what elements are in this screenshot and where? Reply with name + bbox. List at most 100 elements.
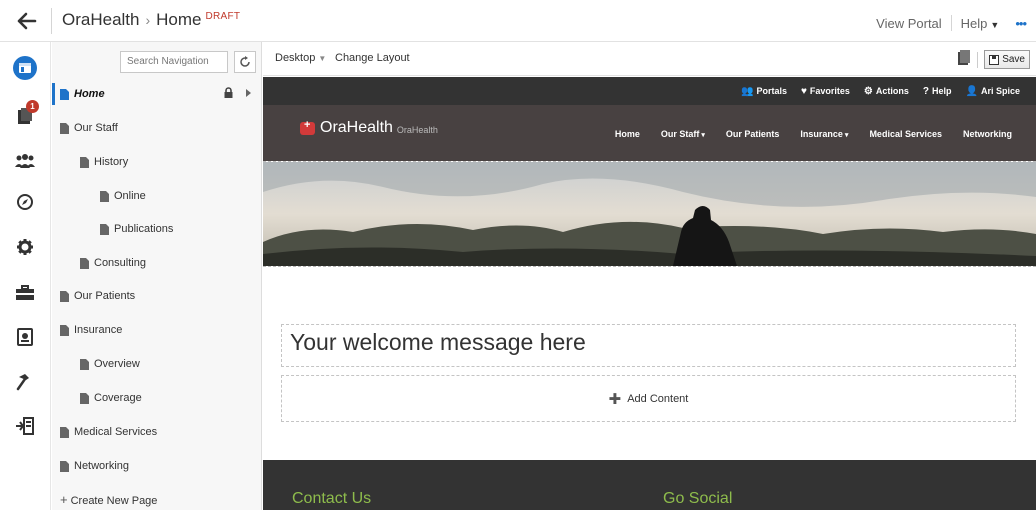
refresh-icon[interactable]: [234, 51, 256, 73]
site-nav-networking[interactable]: Networking: [963, 129, 1012, 139]
search-navigation-input[interactable]: Search Navigation: [120, 51, 228, 73]
help-link[interactable]: ? Help: [923, 86, 952, 97]
pages-stack-icon[interactable]: [958, 50, 971, 69]
site-logo[interactable]: OraHealth OraHealth: [300, 119, 438, 137]
welcome-message[interactable]: Your welcome message here: [290, 329, 1007, 356]
favorites-label: Favorites: [809, 86, 850, 96]
divider: [950, 15, 952, 31]
medical-heart-icon: [300, 119, 315, 135]
left-rail: 1: [0, 42, 51, 510]
nav-item-label: Consulting: [94, 257, 146, 269]
page-icon: [60, 290, 69, 302]
more-menu-icon[interactable]: •••: [1015, 16, 1027, 31]
view-portal-link[interactable]: View Portal: [876, 16, 942, 31]
breadcrumb-site[interactable]: OraHealth: [62, 10, 139, 29]
nav-item-home[interactable]: Home: [52, 83, 261, 105]
navigation-panel: Search Navigation Home Our Staff History…: [52, 42, 262, 510]
page-icon: [80, 257, 89, 269]
user-name: Ari Spice: [980, 86, 1020, 96]
toolbox-icon[interactable]: [13, 281, 37, 305]
hero-image[interactable]: [263, 161, 1036, 267]
save-button[interactable]: Save: [984, 50, 1030, 69]
create-new-page-label: Create New Page: [70, 495, 158, 507]
people-icon[interactable]: [13, 149, 37, 173]
caret-down-icon: ▼: [318, 54, 327, 63]
brand-subtitle: OraHealth: [396, 125, 438, 135]
caret-down-icon: ▼: [990, 19, 1000, 30]
caret-down-icon: ▾: [701, 132, 705, 139]
favorites-link[interactable]: ♥ Favorites: [801, 86, 850, 97]
footer-contact-heading: Contact Us: [292, 490, 372, 507]
plus-icon: +: [60, 492, 68, 507]
change-layout-button[interactable]: Change Layout: [335, 52, 410, 64]
nav-item-overview[interactable]: Overview: [52, 353, 261, 375]
people-icon: 👥: [740, 85, 754, 97]
assets-icon[interactable]: [13, 325, 37, 349]
top-right-actions: View Portal Help ▼ •••: [876, 15, 1027, 31]
nav-item-label: Overview: [94, 358, 140, 370]
create-new-page-link[interactable]: + Create New Page: [60, 492, 157, 507]
settings-icon[interactable]: [13, 235, 37, 259]
page-icon: [60, 426, 69, 438]
device-select[interactable]: Desktop ▼: [275, 52, 326, 64]
user-icon: 👤: [965, 85, 978, 97]
messages-icon[interactable]: 1: [13, 100, 39, 128]
help-menu[interactable]: Help ▼: [961, 16, 1000, 31]
user-menu[interactable]: 👤 Ari Spice: [966, 86, 1020, 97]
add-content-button[interactable]: ✚ Add Content: [281, 375, 1016, 422]
footer-social-heading: Go Social: [663, 490, 733, 507]
nav-item-label: Our Patients: [74, 290, 136, 302]
nav-item-insurance[interactable]: Insurance: [52, 319, 261, 341]
nav-item-label: Home: [74, 88, 105, 100]
nav-item-history[interactable]: History: [52, 151, 261, 173]
nav-item-our-patients[interactable]: Our Patients: [52, 285, 261, 307]
nav-item-label: Coverage: [94, 392, 142, 404]
help-label: Help: [960, 15, 988, 31]
site-utility-bar: 👥 Portals ♥ Favorites ⚙ Actions ? Help 👤 Ari …: [263, 77, 1036, 105]
divider: [51, 8, 52, 34]
site-nav-medical-services[interactable]: Medical Services: [869, 129, 942, 139]
chevron-right-icon[interactable]: [245, 88, 252, 101]
page-icon: [60, 122, 69, 134]
actions-link[interactable]: ⚙ Actions: [864, 86, 909, 97]
site-header: OraHealth OraHealth Home Our Staff▾ Our …: [263, 105, 1036, 161]
portals-link[interactable]: 👥 Portals: [741, 86, 787, 97]
nav-item-our-staff[interactable]: Our Staff: [52, 117, 261, 139]
help-label: Help: [932, 86, 952, 96]
nav-item-label: Our Staff: [74, 122, 118, 134]
nav-item-consulting[interactable]: Consulting: [52, 252, 261, 274]
site-nav-our-staff[interactable]: Our Staff ▾: [661, 129, 705, 139]
editor-actions: Save: [958, 50, 1030, 69]
portals-label: Portals: [756, 86, 787, 96]
site-nav-our-patients[interactable]: Our Patients: [726, 129, 780, 139]
site-nav-label: Insurance: [800, 129, 843, 139]
page-icon: [60, 324, 69, 336]
lock-icon: [223, 87, 234, 102]
floppy-disk-icon: [989, 54, 1000, 65]
breadcrumb-separator: ›: [145, 12, 151, 28]
site-nav-insurance[interactable]: Insurance ▾: [800, 129, 848, 139]
nav-item-coverage[interactable]: Coverage: [52, 387, 261, 409]
nav-item-online[interactable]: Online: [52, 185, 261, 207]
site-nav-home[interactable]: Home: [615, 129, 640, 139]
nav-item-medical-services[interactable]: Medical Services: [52, 421, 261, 443]
nav-item-networking[interactable]: Networking: [52, 455, 261, 477]
compass-icon[interactable]: [13, 190, 37, 214]
plus-icon: ✚: [608, 390, 622, 408]
save-label: Save: [1002, 54, 1025, 65]
actions-label: Actions: [875, 86, 909, 96]
export-icon[interactable]: [13, 414, 37, 438]
device-label: Desktop: [275, 52, 316, 64]
top-bar: OraHealth › Home DRAFT View Portal Help ▼ ••…: [0, 0, 1036, 42]
gear-icon: ⚙: [863, 85, 873, 97]
build-hammer-icon[interactable]: [13, 370, 37, 394]
back-arrow-icon[interactable]: [17, 12, 37, 30]
nav-item-publications[interactable]: Publications: [52, 218, 261, 240]
page-icon: [80, 358, 89, 370]
pages-icon[interactable]: [13, 56, 37, 80]
welcome-content-region[interactable]: Your welcome message here: [281, 324, 1016, 367]
breadcrumb: OraHealth › Home DRAFT: [62, 10, 240, 30]
page-icon: [80, 392, 89, 404]
editor-toolbar: Desktop ▼ Change Layout Save: [263, 42, 1036, 76]
nav-item-label: Medical Services: [74, 426, 158, 438]
